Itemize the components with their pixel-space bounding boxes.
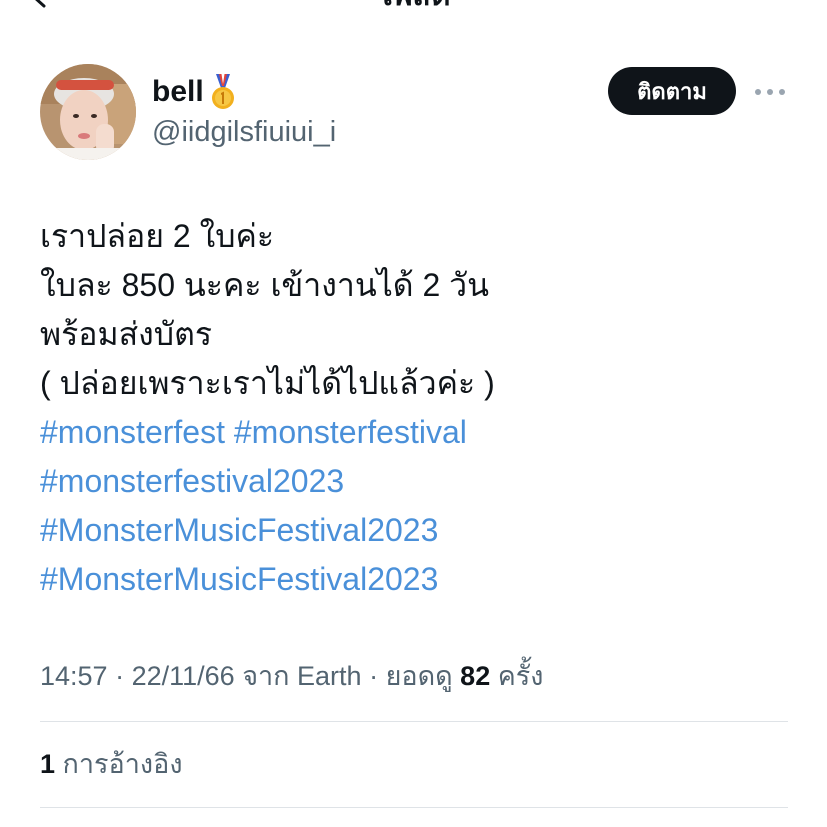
tweet-text-line: ( ปล่อยเพราะเราไม่ได้ไปแล้วค่ะ ) <box>40 365 495 401</box>
tweet-detail-page: โพสต์ bell @iidgilsfiuiui_i ติดตาม <box>0 0 827 827</box>
tweet-text-line: ใบละ 850 นะคะ เข้างานได้ 2 วัน <box>40 267 489 303</box>
avatar[interactable] <box>40 64 136 160</box>
hashtag-line[interactable]: #MonsterMusicFestival2023 <box>40 555 800 604</box>
follow-button[interactable]: ติดตาม <box>608 67 736 115</box>
tweet-meta: 14:57 · 22/11/66 จาก Earth · ยอดดู 82 คร… <box>40 656 543 696</box>
top-bar: โพสต์ <box>0 0 827 16</box>
author-name-row: bell <box>152 70 238 114</box>
more-horizontal-icon[interactable] <box>752 84 788 100</box>
hashtag-line[interactable]: #monsterfestival2023 <box>40 457 800 506</box>
tweet-text-line: พร้อมส่งบัตร <box>40 316 213 352</box>
tweet-text-line: เราปล่อย 2 ใบค่ะ <box>40 218 275 254</box>
views-count: 82 <box>460 661 491 691</box>
divider <box>40 807 788 808</box>
views-label: ยอดดู <box>385 661 461 691</box>
tweet-source: จาก Earth <box>234 661 362 691</box>
hashtag-line[interactable]: #MonsterMusicFestival2023 <box>40 506 800 555</box>
tweet-text: เราปล่อย 2 ใบค่ะ ใบละ 850 นะคะ เข้างานได… <box>40 212 800 604</box>
meta-separator: · <box>107 661 132 691</box>
quotes-link[interactable]: 1 การอ้างอิง <box>40 744 183 784</box>
quote-label: การอ้างอิง <box>55 749 183 779</box>
meta-separator: · <box>361 661 386 691</box>
tweet-date[interactable]: 22/11/66 <box>132 661 235 691</box>
tweet-time[interactable]: 14:57 <box>40 661 108 691</box>
gold-medal-icon <box>211 74 234 109</box>
display-name[interactable]: bell <box>152 72 204 112</box>
page-title: โพสต์ <box>0 0 827 14</box>
quote-count: 1 <box>40 749 56 779</box>
author-handle[interactable]: @iidgilsfiuiui_i <box>152 114 336 150</box>
hashtag-line[interactable]: #monsterfest #monsterfestival <box>40 408 800 457</box>
divider <box>40 721 788 722</box>
views-suffix: ครั้ง <box>490 661 544 691</box>
